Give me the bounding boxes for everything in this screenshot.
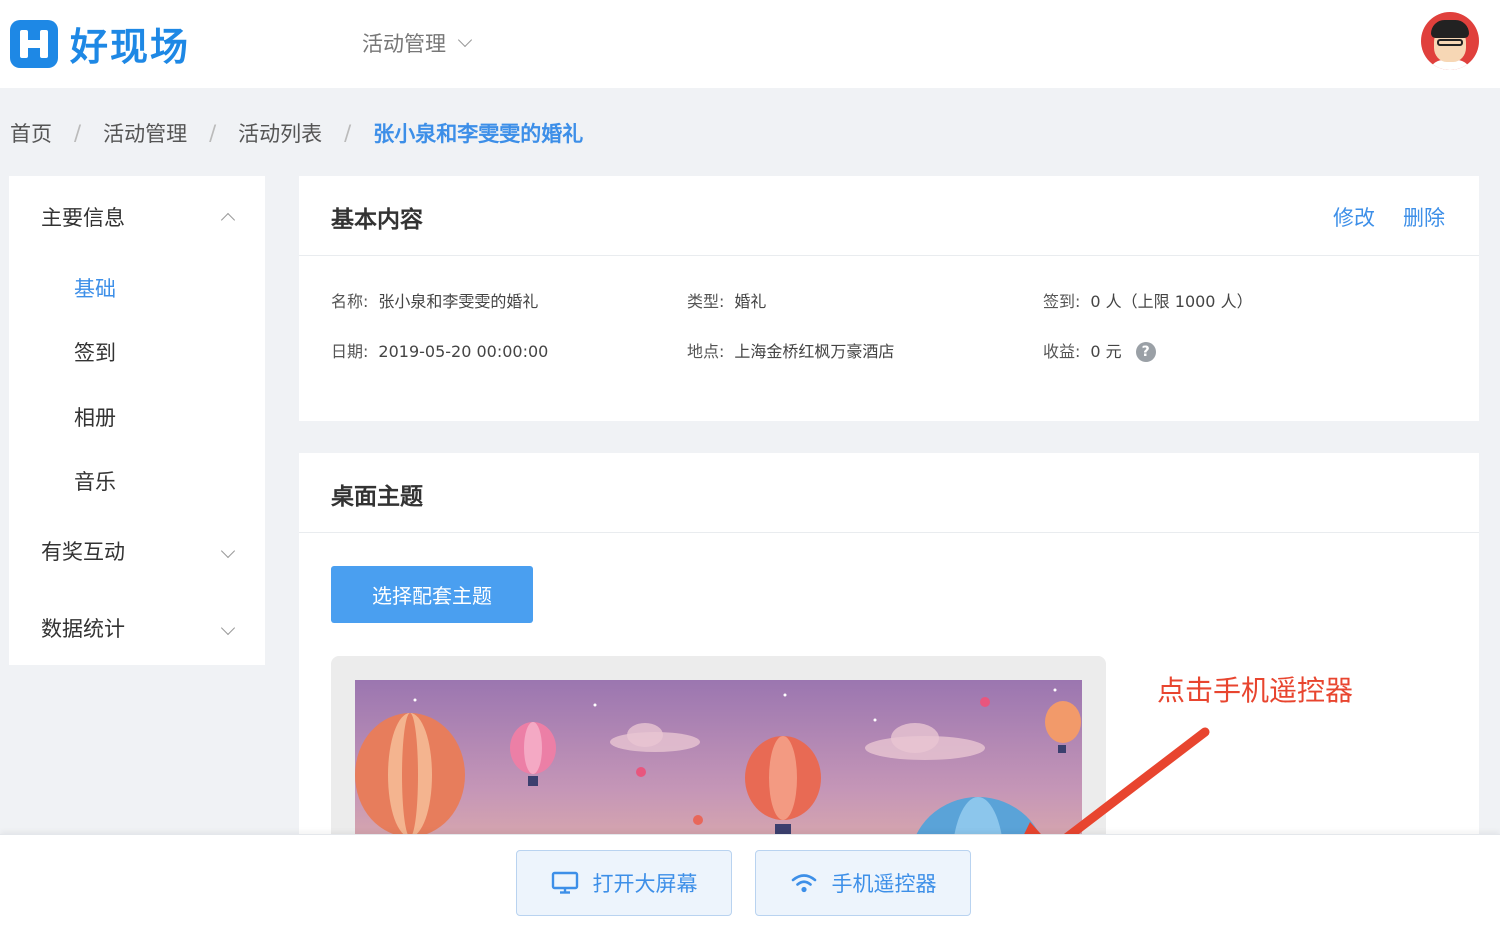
sidebar-group-label: 数据统计 [41,617,125,641]
theme-preview-frame [331,656,1106,834]
sidebar-group-main-info[interactable]: 主要信息 [41,202,241,232]
logo[interactable]: 好现场 [10,16,190,71]
info-label: 收益: [1043,342,1081,361]
nav-activity-management[interactable]: 活动管理 [362,28,473,58]
open-big-screen-label: 打开大屏幕 [592,872,698,896]
info-label: 签到: [1043,292,1081,311]
phone-remote-button[interactable]: 手机遥控器 [755,850,971,916]
info-value: 0 元 [1090,342,1122,361]
info-value: 0 人（上限 1000 人） [1090,292,1253,311]
monitor-icon [551,871,578,894]
card-header: 桌面主题 [299,453,1479,533]
sidebar-item-album[interactable]: 相册 [74,402,116,432]
info-label: 类型: [687,292,725,311]
breadcrumb-separator: / [209,121,217,145]
info-value: 2019-05-20 00:00:00 [378,342,549,361]
phone-remote-label: 手机遥控器 [831,872,937,896]
edit-link[interactable]: 修改 [1333,202,1375,232]
sidebar-item-basic[interactable]: 基础 [74,273,116,303]
info-value: 婚礼 [734,292,767,311]
info-label: 地点: [687,342,725,361]
sidebar-item-music[interactable]: 音乐 [74,466,116,496]
breadcrumb-separator: / [344,121,352,145]
sidebar-group-reward-interaction[interactable]: 有奖互动 [41,536,241,566]
sidebar-group-label: 有奖互动 [41,540,125,564]
chevron-down-icon [220,620,236,636]
chevron-down-icon [457,32,473,48]
chevron-up-icon [220,212,236,228]
nav-label: 活动管理 [362,32,446,56]
balloons-illustration [355,688,1081,834]
info-date: 日期: 2019-05-20 00:00:00 [331,338,548,362]
card-title: 基本内容 [331,207,423,233]
breadcrumb-activity-management[interactable]: 活动管理 [103,118,187,148]
breadcrumb-current: 张小泉和李雯雯的婚礼 [373,122,584,146]
chevron-down-icon [220,543,236,559]
info-type: 类型: 婚礼 [687,288,766,312]
sidebar-item-checkin[interactable]: 签到 [74,337,116,367]
breadcrumb-activity-list[interactable]: 活动列表 [238,118,322,148]
sidebar-group-label: 主要信息 [41,206,125,230]
info-label: 名称: [331,292,369,311]
card-header: 基本内容 修改 删除 [299,176,1479,256]
info-value: 张小泉和李雯雯的婚礼 [378,292,539,311]
info-checkin: 签到: 0 人（上限 1000 人） [1043,288,1253,312]
help-icon[interactable]: ? [1135,342,1156,362]
avatar[interactable] [1421,12,1479,70]
info-name: 名称: 张小泉和李雯雯的婚礼 [331,288,538,312]
info-value: 上海金桥红枫万豪酒店 [734,342,895,361]
bottom-bar: 打开大屏幕 手机遥控器 [0,834,1500,926]
sidebar-group-data-stats[interactable]: 数据统计 [41,613,241,643]
select-theme-button[interactable]: 选择配套主题 [331,566,533,623]
info-revenue: 收益: 0 元? [1043,338,1156,362]
top-bar: 好现场 活动管理 [0,0,1500,88]
info-location: 地点: 上海金桥红枫万豪酒店 [687,338,894,362]
breadcrumb-home[interactable]: 首页 [10,118,52,148]
theme-preview-image[interactable] [355,680,1082,834]
breadcrumb-separator: / [74,121,82,145]
logo-icon [10,19,58,68]
breadcrumb: 首页 / 活动管理 / 活动列表 / 张小泉和李雯雯的婚礼 [10,118,583,148]
wifi-icon [791,874,816,893]
basic-content-card: 基本内容 修改 删除 名称: 张小泉和李雯雯的婚礼 类型: 婚礼 签到: 0 人（上限… [299,176,1479,421]
open-big-screen-button[interactable]: 打开大屏幕 [516,850,732,916]
sidebar: 主要信息 基础 签到 相册 音乐 有奖互动 数据统计 [9,176,265,665]
logo-text: 好现场 [70,25,191,69]
desktop-theme-card: 桌面主题 选择配套主题 [299,453,1479,834]
card-title: 桌面主题 [331,484,423,510]
annotation-text: 点击手机遥控器 [1157,674,1354,707]
info-label: 日期: [331,342,369,361]
delete-link[interactable]: 删除 [1403,202,1445,232]
card-actions: 修改 删除 [1333,202,1445,232]
